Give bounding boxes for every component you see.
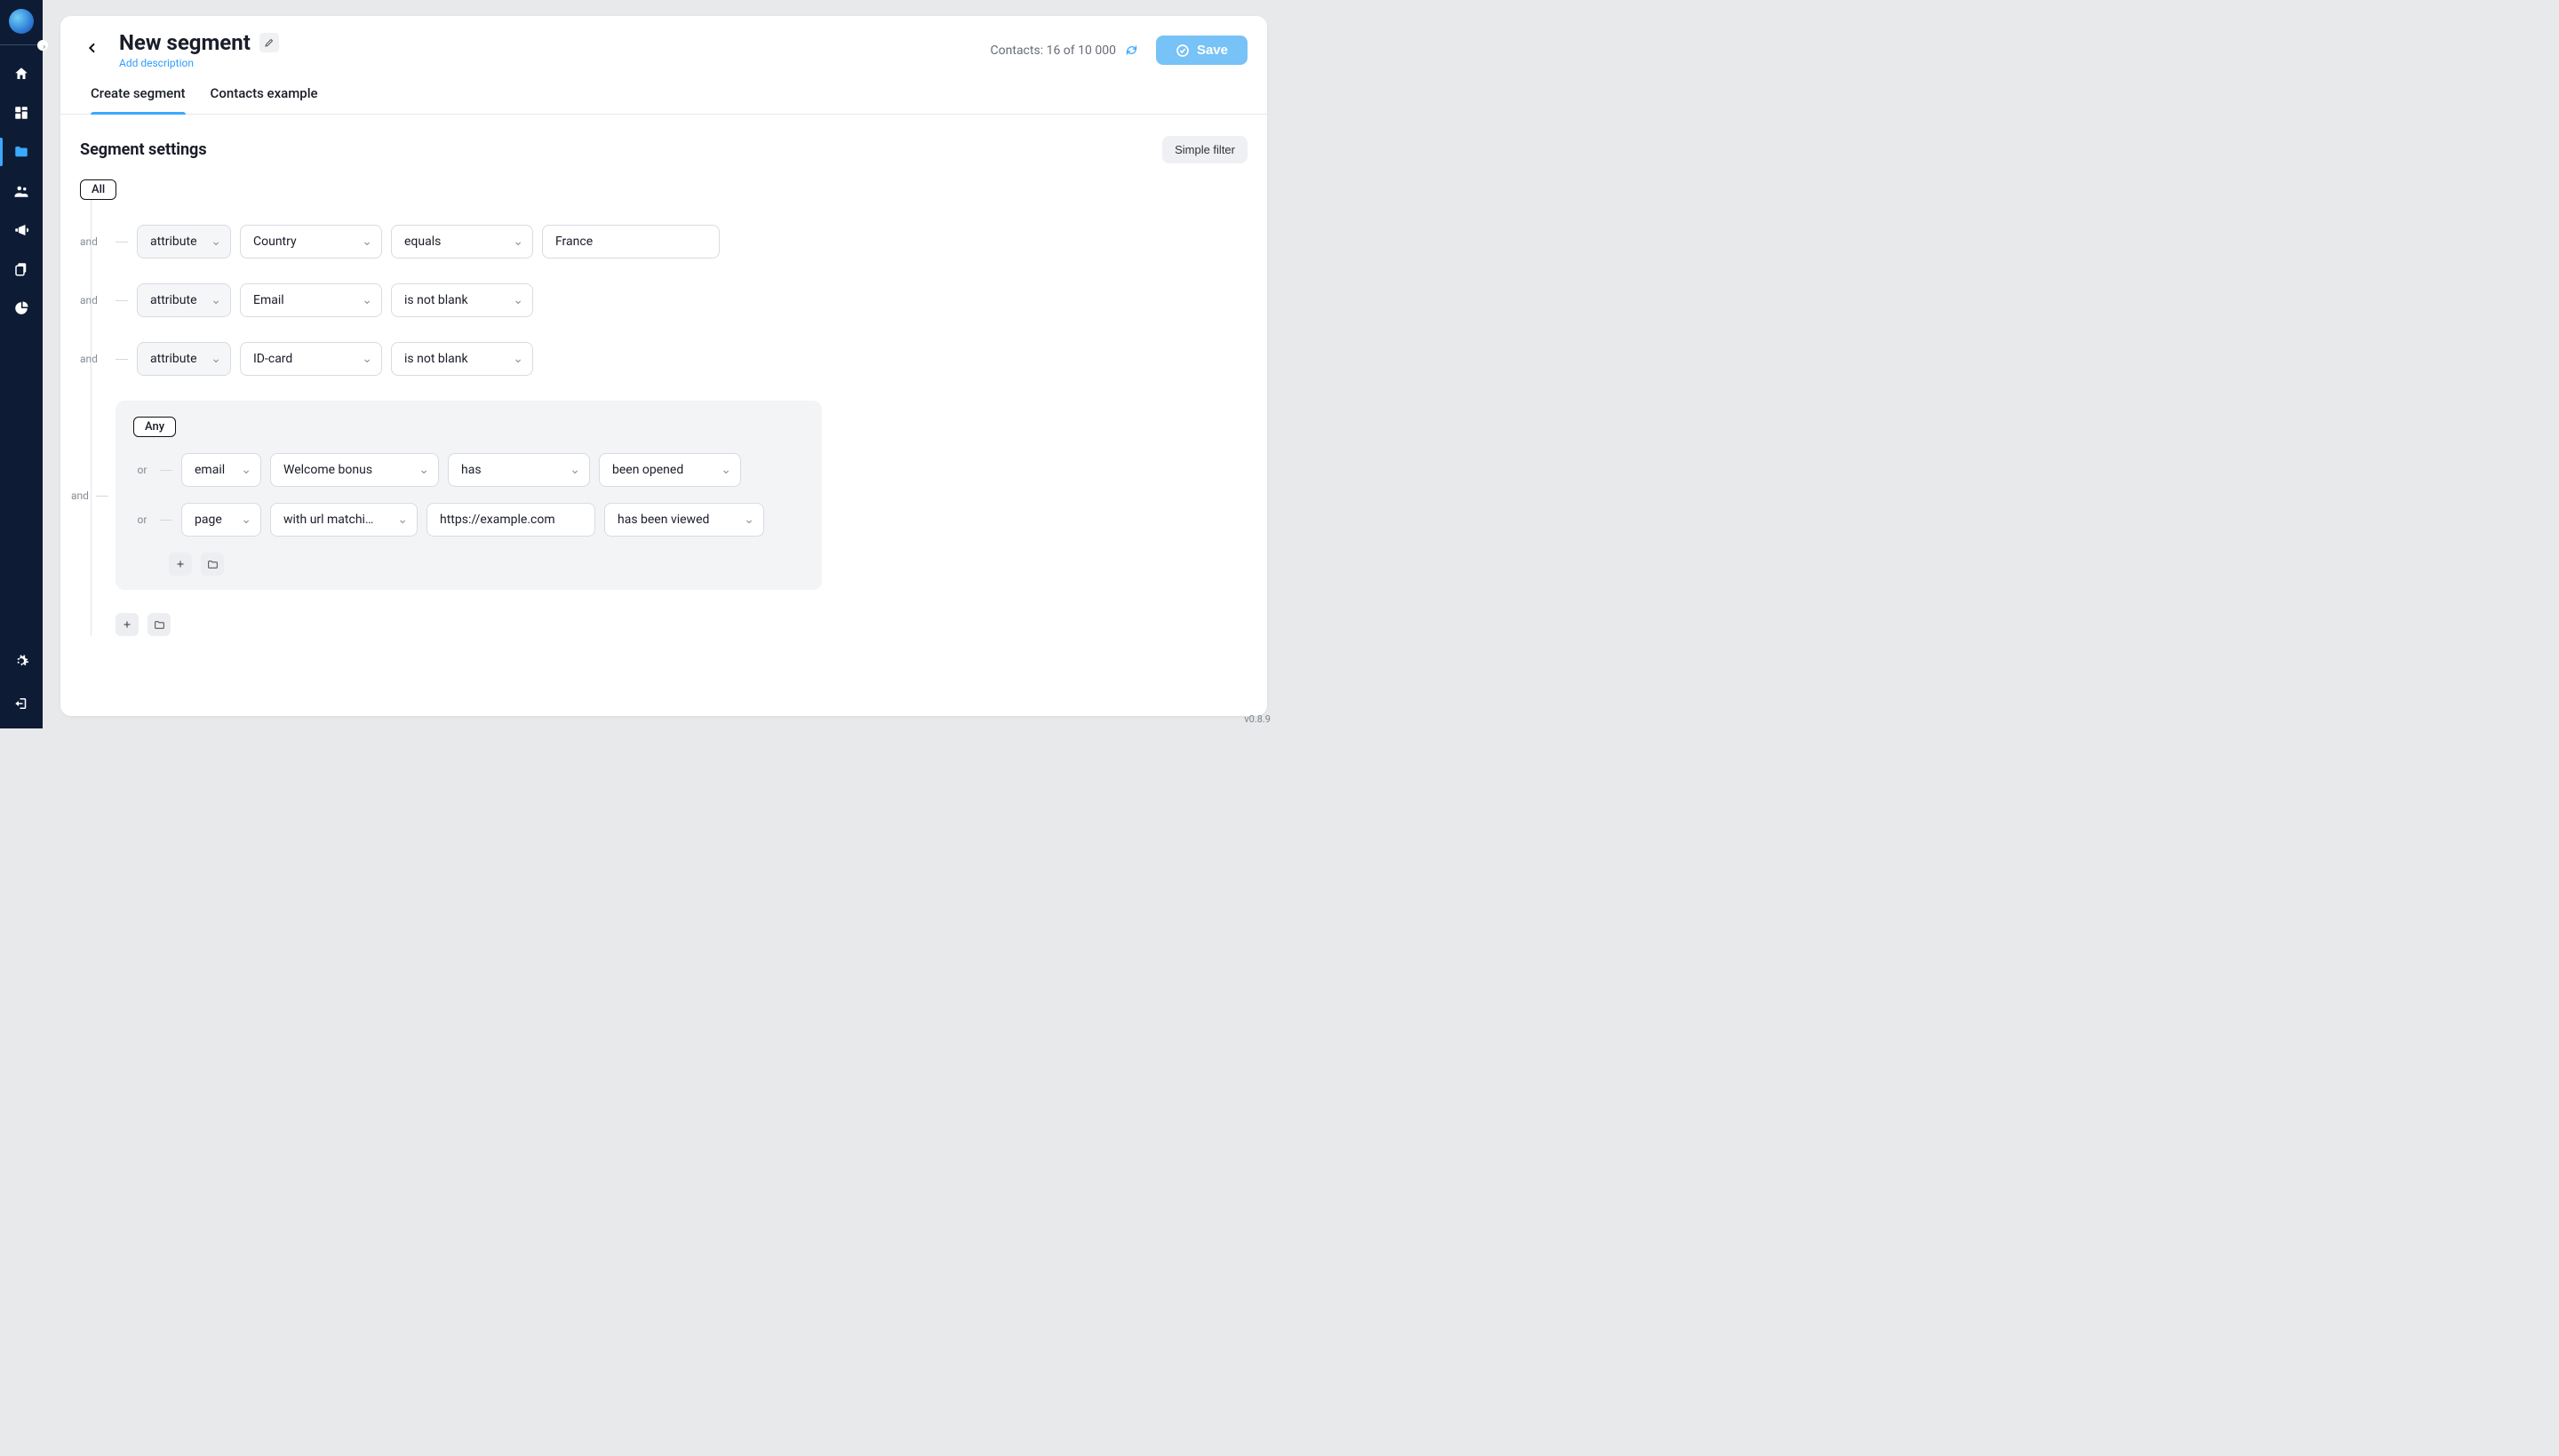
group-conjunction-label: and: [71, 489, 89, 502]
rule-field-select[interactable]: ID-card ⌄: [240, 342, 382, 376]
nav-settings[interactable]: [12, 652, 30, 670]
chevron-down-icon: ⌄: [362, 352, 372, 366]
rule-operator-select[interactable]: has ⌄: [448, 453, 590, 487]
rule-kind-select[interactable]: attribute ⌄: [137, 283, 231, 317]
save-button[interactable]: Save: [1156, 36, 1248, 65]
rule-field-select[interactable]: with url matchi… ⌄: [270, 503, 418, 537]
chevron-down-icon: ⌄: [513, 235, 523, 249]
chevron-down-icon: ⌄: [362, 235, 372, 249]
chevron-down-icon: ⌄: [241, 463, 251, 477]
chevron-down-icon: ⌄: [211, 352, 221, 366]
rule-kind-select[interactable]: email ⌄: [181, 453, 261, 487]
rule-row: or email ⌄ Welcome bonus ⌄ has ⌄: [133, 453, 804, 487]
rule-row: and attribute ⌄ Country ⌄ equals ⌄ Franc…: [80, 225, 1248, 259]
rule-kind-select[interactable]: page ⌄: [181, 503, 261, 537]
rule-operator-select[interactable]: is not blank ⌄: [391, 342, 533, 376]
simple-filter-button[interactable]: Simple filter: [1162, 136, 1248, 163]
edit-title-button[interactable]: [259, 33, 279, 52]
nav-home[interactable]: [12, 65, 30, 83]
chevron-down-icon: ⌄: [211, 293, 221, 307]
conjunction-label: and: [80, 294, 107, 306]
refresh-icon: [1125, 44, 1138, 57]
chevron-down-icon: ⌄: [570, 463, 580, 477]
chevron-down-icon: ⌄: [513, 352, 523, 366]
chevron-down-icon: ⌄: [397, 513, 408, 527]
contacts-count: Contacts: 16 of 10 000: [991, 44, 1138, 58]
conjunction-label: or: [133, 464, 151, 476]
segment-body: Segment settings Simple filter All and a…: [60, 115, 1267, 716]
pencil-icon: [264, 37, 275, 48]
rule-field-select[interactable]: Welcome bonus ⌄: [270, 453, 439, 487]
rule-value-input[interactable]: https://example.com: [426, 503, 595, 537]
folder-icon: [154, 619, 165, 631]
app-logo: [9, 9, 34, 34]
main-panel: New segment Add description Contacts: 16…: [60, 16, 1267, 716]
plus-icon: [122, 619, 132, 630]
add-group-button[interactable]: [147, 613, 171, 636]
tabs: Create segment Contacts example: [60, 69, 1267, 115]
nav-folder[interactable]: [12, 143, 30, 161]
rule-kind-select[interactable]: attribute ⌄: [137, 225, 231, 259]
add-rule-button[interactable]: [116, 613, 139, 636]
conjunction-label: or: [133, 513, 151, 526]
segment-settings-heading: Segment settings: [80, 140, 207, 159]
group-combinator-pill[interactable]: Any: [133, 417, 176, 437]
save-button-label: Save: [1197, 43, 1228, 58]
version-label: v0.8.9: [1244, 713, 1271, 725]
rule-row: and attribute ⌄ Email ⌄ is not blank ⌄: [80, 283, 1248, 317]
rule-field-select[interactable]: Email ⌄: [240, 283, 382, 317]
add-group-button[interactable]: [201, 553, 224, 576]
nav-analytics[interactable]: [12, 299, 30, 317]
nav-logout[interactable]: [12, 695, 30, 712]
nested-group: and Any or email ⌄ Welcome bonus ⌄ ha: [116, 401, 822, 590]
filter-tree: All and attribute ⌄ Country ⌄ equals ⌄: [80, 179, 1248, 636]
chevron-down-icon: ⌄: [241, 513, 251, 527]
page-title: New segment: [119, 30, 251, 55]
rule-value-input[interactable]: France: [542, 225, 720, 259]
conjunction-label: and: [80, 235, 107, 248]
chevron-down-icon: ⌄: [419, 463, 429, 477]
chevron-down-icon: ⌄: [362, 293, 372, 307]
nav-copy[interactable]: [12, 260, 30, 278]
chevron-down-icon: ⌄: [721, 463, 731, 477]
folder-icon: [207, 559, 219, 570]
rule-row: or page ⌄ with url matchi… ⌄ https://exa…: [133, 503, 804, 537]
check-circle-icon: [1176, 44, 1190, 58]
root-combinator-pill[interactable]: All: [80, 179, 116, 200]
sidebar-expand-handle[interactable]: ›: [0, 44, 43, 45]
conjunction-label: and: [80, 353, 107, 365]
rule-value-select[interactable]: been opened ⌄: [599, 453, 741, 487]
chevron-down-icon: ⌄: [513, 293, 523, 307]
plus-icon: [175, 559, 186, 569]
rule-field-select[interactable]: Country ⌄: [240, 225, 382, 259]
rule-operator-select[interactable]: equals ⌄: [391, 225, 533, 259]
tree-guide: [91, 199, 92, 636]
add-rule-button[interactable]: [169, 553, 192, 576]
add-description-link[interactable]: Add description: [119, 57, 279, 69]
back-button[interactable]: [80, 36, 105, 60]
nav-megaphone[interactable]: [12, 221, 30, 239]
tab-create-segment[interactable]: Create segment: [91, 85, 186, 114]
refresh-button[interactable]: [1125, 44, 1138, 57]
rule-row: and attribute ⌄ ID-card ⌄ is not blank ⌄: [80, 342, 1248, 376]
nav-dashboard[interactable]: [12, 104, 30, 122]
chevron-down-icon: ⌄: [211, 235, 221, 249]
rule-operator-select[interactable]: is not blank ⌄: [391, 283, 533, 317]
nav-people[interactable]: [12, 182, 30, 200]
tab-contacts-example[interactable]: Contacts example: [211, 85, 318, 114]
rule-kind-select[interactable]: attribute ⌄: [137, 342, 231, 376]
chevron-down-icon: ⌄: [744, 513, 754, 527]
rule-operator-select[interactable]: has been viewed ⌄: [604, 503, 764, 537]
sidebar: ›: [0, 0, 43, 728]
header: New segment Add description Contacts: 16…: [60, 16, 1267, 69]
